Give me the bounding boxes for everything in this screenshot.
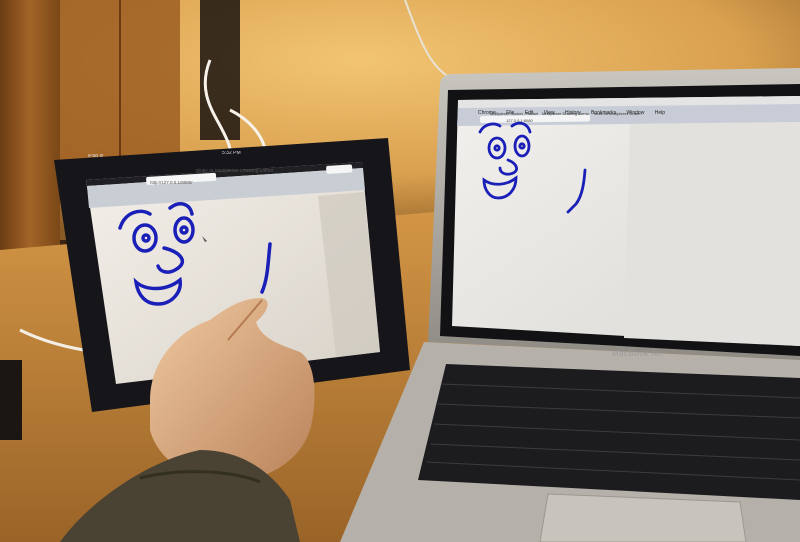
ipad-clock: 5:32 PM: [222, 151, 241, 156]
chrome-tab-1[interactable]: Multiplexer Socket - Socket: [490, 112, 538, 116]
menu-help[interactable]: Help: [655, 110, 665, 116]
chrome-url-text: 127.0.0.1:8080: [506, 119, 533, 123]
chrome-tab-2[interactable]: Multiplexer Drawing Demo: [542, 112, 590, 116]
ipad-search-field[interactable]: [326, 164, 353, 174]
mac-menu-items: Chrome File Edit View History Bookmarks …: [478, 101, 798, 116]
ipad-url-text: http://127.0.0.1/8080/: [150, 181, 193, 185]
chrome-tab-3[interactable]: Multi-Js Multiplexer Drawi...: [594, 112, 646, 116]
ipad-carrier-label: iPad ≋: [88, 154, 104, 159]
photo-scene: [0, 0, 800, 542]
macbook-trackpad: [539, 493, 747, 542]
dark-device: [0, 360, 22, 440]
macbook-brand-label: MacBook Air: [612, 350, 663, 358]
mac-page-shade: [624, 122, 800, 346]
ipad-page-title: Multi-Js Multiplexer Drawing Demo: [196, 169, 274, 174]
